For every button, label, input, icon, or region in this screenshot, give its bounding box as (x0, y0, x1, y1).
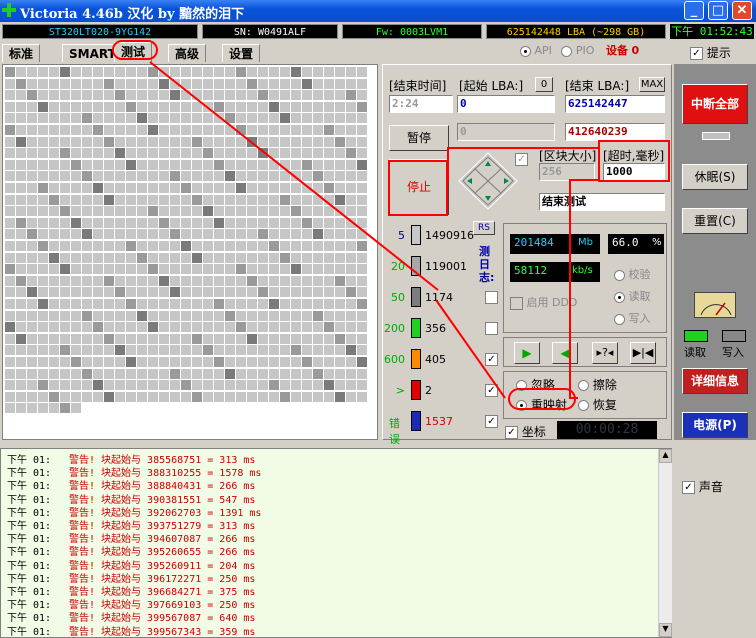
detail-button[interactable]: 详细信息 (682, 368, 748, 394)
scroll-up-icon[interactable]: ▲ (659, 449, 672, 463)
log-panel: 下午 01: 警告! 块起始与 385568751 = 313 ms 下午 01: 警… (0, 448, 672, 638)
log-row: 下午 01: 警告! 块起始与 392062703 = 1391 ms (7, 504, 261, 519)
gauge-icon (694, 292, 736, 318)
log-row: 下午 01: 警告! 块起始与 395260655 = 266 ms (7, 543, 255, 558)
sleep-button[interactable]: 休眠(S) (682, 164, 748, 190)
log-row: 下午 01: 警告! 块起始与 390381551 = 547 ms (7, 491, 255, 506)
indicator-light (702, 132, 730, 140)
reset-button[interactable]: 重置(C) (682, 208, 748, 234)
break-all-button[interactable]: 中断全部 (682, 84, 748, 124)
sound-option[interactable]: ✓ 声音 (682, 478, 723, 495)
scroll-down-icon[interactable]: ▼ (659, 623, 672, 637)
read-indicator-label: 读取 (684, 346, 706, 359)
power-button[interactable]: 电源(P) (682, 412, 748, 438)
sound-panel: ✓ 声音 (674, 448, 756, 638)
read-indicator (684, 330, 708, 342)
log-row: 下午 01: 警告! 块起始与 388310255 = 1578 ms (7, 464, 261, 479)
log-scrollbar[interactable]: ▲ ▼ (658, 449, 672, 637)
log-row: 下午 01: 警告! 块起始与 385568751 = 313 ms (7, 451, 255, 466)
log-row: 下午 01: 警告! 块起始与 399567087 = 640 ms (7, 609, 255, 624)
log-row: 下午 01: 警告! 块起始与 397669103 = 250 ms (7, 596, 255, 611)
log-row: 下午 01: 警告! 块起始与 388840431 = 266 ms (7, 477, 255, 492)
log-row: 下午 01: 警告! 块起始与 399567343 = 359 ms (7, 623, 256, 638)
right-sidebar: 中断全部 休眠(S) 重置(C) 读取 写入 详细信息 电源(P) (674, 64, 756, 440)
log-row: 下午 01: 警告! 块起始与 393751279 = 313 ms (7, 517, 255, 532)
log-row: 下午 01: 警告! 块起始与 396684271 = 375 ms (7, 583, 255, 598)
log-message: 警告! 块起始与 399567343 = 359 ms (69, 626, 256, 638)
log-row: 下午 01: 警告! 块起始与 396172271 = 250 ms (7, 570, 255, 585)
log-time: 下午 01: (7, 626, 52, 638)
log-row: 下午 01: 警告! 块起始与 395260911 = 204 ms (7, 557, 255, 572)
write-indicator-label: 写入 (722, 346, 744, 359)
log-row: 下午 01: 警告! 块起始与 394607087 = 266 ms (7, 530, 255, 545)
write-indicator (722, 330, 746, 342)
